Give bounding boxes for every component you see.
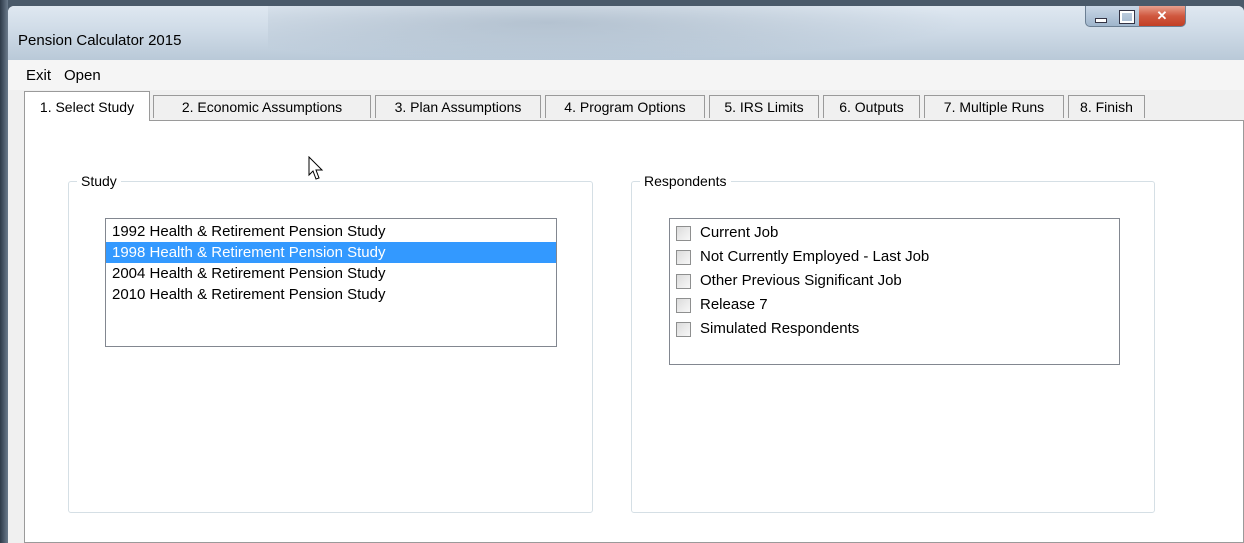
- tab-select-study[interactable]: 1. Select Study: [24, 91, 150, 121]
- tab-finish[interactable]: 8. Finish: [1068, 95, 1145, 118]
- close-icon: ✕: [1156, 8, 1168, 23]
- checkbox-current-job[interactable]: [676, 226, 691, 241]
- tab-multiple-runs[interactable]: 7. Multiple Runs: [924, 95, 1064, 118]
- checkbox-release-7[interactable]: [676, 298, 691, 313]
- study-group-label: Study: [77, 173, 121, 189]
- checkbox-simulated[interactable]: [676, 322, 691, 337]
- study-list-item[interactable]: 1992 Health & Retirement Pension Study: [106, 221, 556, 242]
- desktop-edge: [0, 0, 8, 543]
- tab-program-options[interactable]: 4. Program Options: [545, 95, 705, 118]
- study-list-item[interactable]: 2004 Health & Retirement Pension Study: [106, 263, 556, 284]
- tab-economic-assumptions[interactable]: 2. Economic Assumptions: [153, 95, 371, 118]
- respondent-simulated[interactable]: Simulated Respondents: [670, 317, 1119, 341]
- tab-outputs[interactable]: 6. Outputs: [823, 95, 920, 118]
- respondent-label: Current Job: [700, 224, 779, 241]
- study-listbox[interactable]: 1992 Health & Retirement Pension Study 1…: [105, 218, 557, 347]
- menu-bar: Exit Open: [8, 60, 1244, 90]
- respondent-previous-job[interactable]: Other Previous Significant Job: [670, 269, 1119, 293]
- respondent-last-job[interactable]: Not Currently Employed - Last Job: [670, 245, 1119, 269]
- tab-plan-assumptions[interactable]: 3. Plan Assumptions: [375, 95, 541, 118]
- respondent-current-job[interactable]: Current Job: [670, 221, 1119, 245]
- respondent-label: Release 7: [700, 296, 768, 313]
- respondent-label: Other Previous Significant Job: [700, 272, 902, 289]
- window-title: Pension Calculator 2015: [18, 32, 182, 49]
- study-list-item-selected[interactable]: 1998 Health & Retirement Pension Study: [106, 242, 556, 263]
- checkbox-previous-job[interactable]: [676, 274, 691, 289]
- checkbox-last-job[interactable]: [676, 250, 691, 265]
- menu-item-exit[interactable]: Exit: [26, 67, 51, 84]
- respondents-checklist[interactable]: Current Job Not Currently Employed - Las…: [669, 218, 1120, 365]
- respondent-label: Simulated Respondents: [700, 320, 860, 337]
- close-button[interactable]: ✕: [1139, 6, 1186, 27]
- menu-item-open[interactable]: Open: [64, 67, 101, 84]
- title-bar[interactable]: Pension Calculator 2015 ✕: [8, 6, 1244, 60]
- mouse-pointer-icon: [308, 156, 324, 180]
- minimize-button[interactable]: [1085, 6, 1115, 27]
- tab-irs-limits[interactable]: 5. IRS Limits: [709, 95, 819, 118]
- respondent-label: Not Currently Employed - Last Job: [700, 248, 930, 265]
- respondents-group-label: Respondents: [640, 173, 731, 189]
- study-list-item[interactable]: 2010 Health & Retirement Pension Study: [106, 284, 556, 305]
- respondents-groupbox: Respondents Current Job Not Currently Em…: [631, 173, 1155, 513]
- study-groupbox: Study 1992 Health & Retirement Pension S…: [68, 173, 593, 513]
- maximize-button[interactable]: [1113, 6, 1140, 27]
- tab-content-select-study: Study 1992 Health & Retirement Pension S…: [24, 120, 1244, 543]
- app-window: Pension Calculator 2015 ✕ Exit Open 1. S…: [8, 6, 1244, 543]
- respondent-release-7[interactable]: Release 7: [670, 293, 1119, 317]
